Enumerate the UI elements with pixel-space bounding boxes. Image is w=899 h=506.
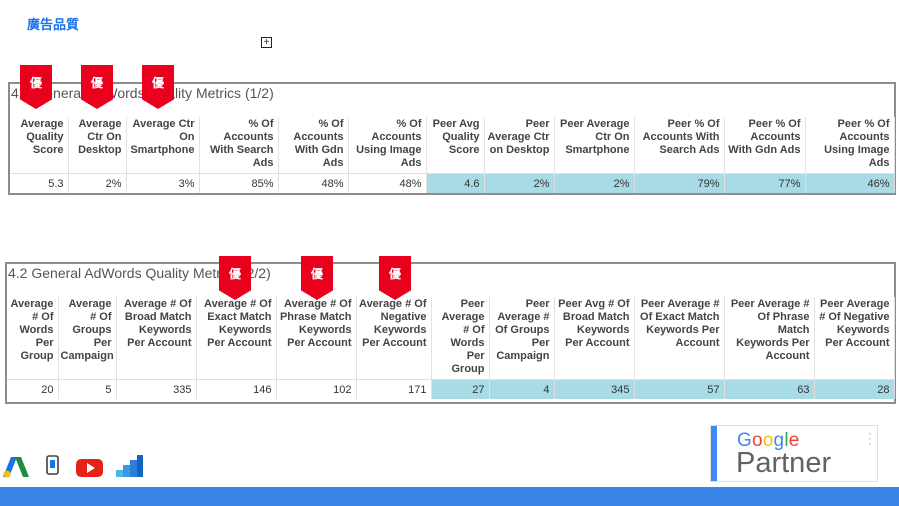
- column-header[interactable]: Peer Average # Of Phrase Match Keywords …: [724, 297, 815, 380]
- google-partner-badge[interactable]: Google Partner · · ·: [710, 425, 878, 482]
- column-header[interactable]: Peer Avg Quality Score: [426, 117, 485, 174]
- column-header[interactable]: Peer Average # Of Exact Match Keywords P…: [634, 297, 725, 380]
- column-header[interactable]: % Of Accounts Using Image Ads: [348, 117, 427, 174]
- column-header[interactable]: Average Ctr On Smartphone: [126, 117, 200, 174]
- column-header[interactable]: Peer % Of Accounts With Gdn Ads: [724, 117, 806, 174]
- column-header[interactable]: Peer Average # Of Groups Per Campaign: [489, 297, 555, 380]
- peer-cell: 27: [431, 379, 490, 399]
- table-cell: 48%: [278, 173, 349, 193]
- peer-cell: 79%: [634, 173, 725, 193]
- column-header[interactable]: % Of Accounts With Search Ads: [199, 117, 279, 174]
- table-cell: 335: [116, 379, 197, 399]
- quality-metrics-panel-1: 4.1 General AdWords Quality Metrics (1/2…: [8, 82, 896, 195]
- column-header[interactable]: Average # Of Exact Match Keywords Per Ac…: [196, 297, 277, 380]
- footer-bar: [0, 487, 899, 506]
- table-cell: 20: [7, 379, 59, 399]
- column-header[interactable]: Average Quality Score: [10, 117, 69, 174]
- peer-cell: 345: [554, 379, 635, 399]
- partner-stripe: [711, 426, 717, 481]
- peer-cell: 63: [724, 379, 815, 399]
- peer-cell: 28: [814, 379, 895, 399]
- table-row: 5.3 2% 3% 85% 48% 48% 4.6 2% 2% 79% 77% …: [10, 173, 895, 193]
- peer-cell: 77%: [724, 173, 806, 193]
- table-cell: 146: [196, 379, 277, 399]
- column-header[interactable]: Peer Avg # Of Broad Match Keywords Per A…: [554, 297, 635, 380]
- table-cell: 5.3: [10, 173, 69, 193]
- page-title: 廣告品質: [27, 18, 80, 33]
- table-header-row: Average # Of Words Per Group Average # O…: [7, 297, 895, 380]
- expand-icon[interactable]: +: [261, 37, 272, 48]
- column-header[interactable]: Average # Of Groups Per Campaign: [58, 297, 117, 380]
- peer-cell: 4: [489, 379, 555, 399]
- metrics-table-1: Average Quality Score Average Ctr On Des…: [10, 117, 895, 193]
- table-cell: 85%: [199, 173, 279, 193]
- table-cell: 102: [276, 379, 357, 399]
- peer-cell: 46%: [805, 173, 895, 193]
- column-header[interactable]: Peer % Of Accounts Using Image Ads: [805, 117, 895, 174]
- column-header[interactable]: Peer % Of Accounts With Search Ads: [634, 117, 725, 174]
- peer-cell: 4.6: [426, 173, 485, 193]
- column-header[interactable]: Peer Average # Of Negative Keywords Per …: [814, 297, 895, 380]
- table-cell: 5: [58, 379, 117, 399]
- analytics-icon[interactable]: [116, 455, 143, 479]
- google-ads-icon[interactable]: [3, 455, 29, 479]
- table-cell: 3%: [126, 173, 200, 193]
- quality-metrics-panel-2: 4.2 General AdWords Quality Metrics (2/2…: [5, 262, 896, 404]
- table-header-row: Average Quality Score Average Ctr On Des…: [10, 117, 895, 174]
- peer-cell: 57: [634, 379, 725, 399]
- youtube-icon[interactable]: [76, 455, 103, 479]
- column-header[interactable]: Average # Of Negative Keywords Per Accou…: [356, 297, 432, 380]
- table-row: 20 5 335 146 102 171 27 4 345 57 63 28: [7, 379, 895, 399]
- column-header[interactable]: Peer Average Ctr on Desktop: [484, 117, 555, 174]
- more-options-icon[interactable]: · · ·: [868, 427, 872, 449]
- peer-cell: 2%: [484, 173, 555, 193]
- column-header[interactable]: Peer Average # Of Words Per Group: [431, 297, 490, 380]
- column-header[interactable]: Average # Of Broad Match Keywords Per Ac…: [116, 297, 197, 380]
- column-header[interactable]: % Of Accounts With Gdn Ads: [278, 117, 349, 174]
- column-header[interactable]: Average # Of Words Per Group: [7, 297, 59, 380]
- peer-cell: 2%: [554, 173, 635, 193]
- metrics-table-2: Average # Of Words Per Group Average # O…: [7, 297, 895, 399]
- column-header[interactable]: Average # Of Phrase Match Keywords Per A…: [276, 297, 357, 380]
- column-header[interactable]: Peer Average Ctr On Smartphone: [554, 117, 635, 174]
- table-cell: 48%: [348, 173, 427, 193]
- table-cell: 171: [356, 379, 432, 399]
- partner-word: Partner: [736, 447, 832, 479]
- column-header[interactable]: Average Ctr On Desktop: [68, 117, 127, 174]
- mobile-app-icon[interactable]: [45, 455, 71, 479]
- table-cell: 2%: [68, 173, 127, 193]
